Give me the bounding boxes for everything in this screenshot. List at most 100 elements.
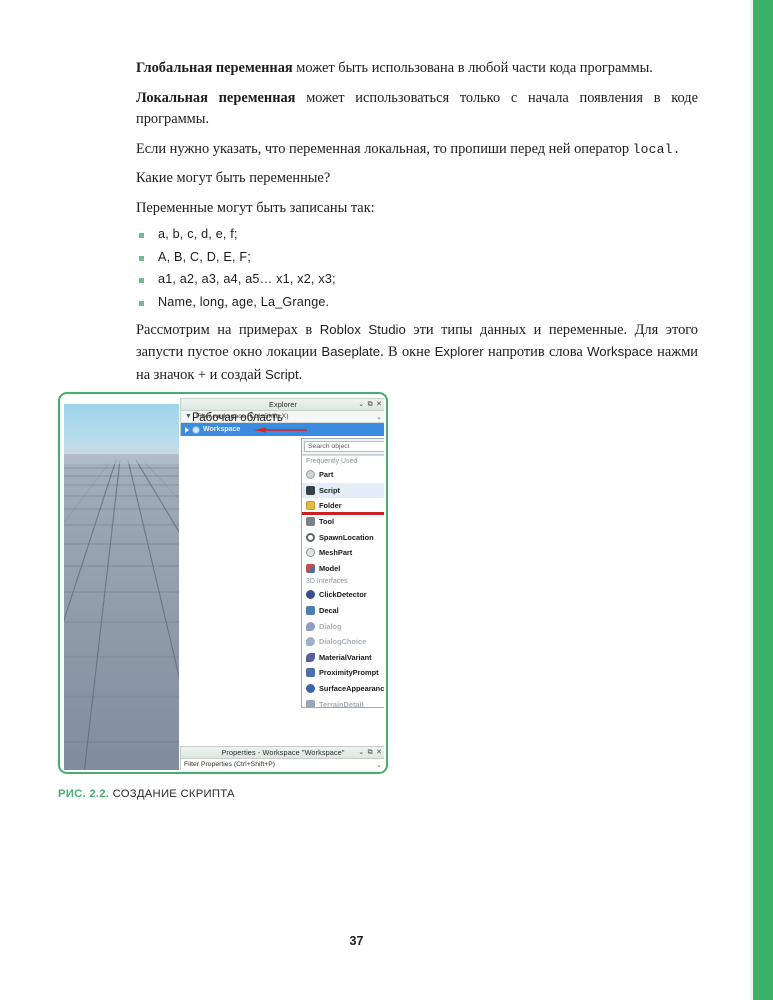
insert-item-tool[interactable]: Tool: [302, 514, 384, 530]
paragraph-global-variable-rest: может быть использована в любой части ко…: [292, 60, 653, 76]
insert-item-clickdetector[interactable]: ClickDetector: [302, 587, 384, 603]
insert-item-terraindetail[interactable]: TerrainDetail: [302, 696, 384, 707]
paragraph-local-variable: Локальная переменная может использоватьс…: [136, 88, 698, 131]
closing-text-3: . В окне: [380, 344, 435, 360]
search-object-input[interactable]: Search object: [304, 441, 384, 452]
figure-inner: Explorer ⌄ ⧉ ✕ ▼ Filter workspace (Ctrl+…: [62, 396, 384, 770]
insert-item-dialog[interactable]: Dialog: [302, 618, 384, 634]
baseplate-grid-icon: [64, 454, 179, 770]
figure-screenshot-frame: Explorer ⌄ ⧉ ✕ ▼ Filter workspace (Ctrl+…: [58, 392, 388, 774]
insert-object-list[interactable]: Frequently Used Part Script Folder Tool …: [302, 455, 384, 707]
paragraph-global-variable: Глобальная переменная может быть использ…: [136, 58, 698, 80]
properties-title-bar: Properties - Workspace "Workspace" ⌄ ⧉ ✕: [180, 746, 384, 759]
insert-item-label: TerrainDetail: [319, 699, 364, 707]
paragraph-question: Какие могут быть переменные?: [136, 170, 331, 186]
insert-item-label: Folder: [319, 501, 342, 511]
annotation-red-arrow-icon: [254, 426, 307, 433]
insert-item-materialvariant[interactable]: MaterialVariant: [302, 650, 384, 666]
insert-item-label: DialogChoice: [319, 637, 367, 647]
list-item: a1, a2, a3, a4, a5… x1, x2, x3;: [136, 272, 698, 286]
dialogchoice-icon: [306, 637, 315, 647]
insert-item-label: Part: [319, 470, 334, 480]
insert-item-label: ClickDetector: [319, 590, 367, 600]
figure-caption: РИС. 2.2. СОЗДАНИЕ СКРИПТА: [58, 788, 235, 800]
paragraph-local-operator: Если нужно указать, что переменная локал…: [136, 139, 698, 161]
insert-item-proximityprompt[interactable]: ProximityPrompt: [302, 665, 384, 681]
term-local-variable: Локальная переменная: [136, 89, 296, 106]
insert-item-label: MaterialVariant: [319, 652, 372, 662]
body-content: Глобальная переменная может быть использ…: [136, 58, 698, 394]
insert-item-label: Decal: [319, 606, 339, 616]
insert-item-dialogchoice[interactable]: DialogChoice: [302, 634, 384, 650]
properties-filter-row[interactable]: Filter Properties (Ctrl+Shift+P) ⌄: [180, 759, 384, 770]
chevron-down-icon[interactable]: ⌄: [358, 748, 364, 758]
roblox-3d-viewport[interactable]: [64, 404, 179, 770]
script-icon: [306, 485, 315, 495]
list-item: a, b, c, d, e, f;: [136, 227, 698, 241]
spawnlocation-icon: [306, 532, 315, 542]
properties-window-buttons: ⌄ ⧉ ✕: [358, 748, 382, 758]
explorer-row-workspace-label: Workspace: [203, 426, 241, 433]
insert-item-surfaceappearance[interactable]: SurfaceAppearance: [302, 681, 384, 697]
page-root: Глобальная переменная может быть использ…: [0, 0, 773, 1000]
insert-object-dropdown: Search object ▤ ⋯ Frequently Used Part: [301, 438, 384, 708]
model-icon: [306, 563, 315, 573]
insert-item-label: Tool: [319, 517, 335, 527]
part-icon: [306, 470, 315, 480]
insert-item-label: Dialog: [319, 621, 342, 631]
expand-triangle-icon[interactable]: [185, 426, 189, 433]
annotation-red-underline: [302, 511, 384, 515]
group-header-3d-interfaces: 3D Interfaces: [306, 578, 348, 586]
insert-item-script[interactable]: Script: [302, 482, 384, 515]
panel-name-explorer: Explorer: [434, 344, 484, 359]
closing-text-1: Рассмотрим на примерах в: [136, 321, 320, 338]
tool-icon: [306, 517, 315, 527]
explorer-window-buttons: ⌄ ⧉ ✕: [358, 400, 382, 410]
figure-caption-number: РИС. 2.2.: [58, 788, 110, 800]
insert-search-row: Search object ▤ ⋯: [302, 439, 384, 455]
close-icon[interactable]: ✕: [376, 400, 382, 410]
insert-item-label: SurfaceAppearance: [319, 684, 384, 694]
paragraph-lead-in: Переменные могут быть записаны так:: [136, 199, 375, 216]
object-name-workspace: Workspace: [587, 344, 653, 359]
insert-item-label: SpawnLocation: [319, 532, 374, 542]
insert-item-part[interactable]: Part: [302, 467, 384, 483]
chevron-down-icon[interactable]: ⌄: [358, 400, 364, 410]
undock-icon[interactable]: ⧉: [368, 748, 373, 758]
materialvariant-icon: [306, 652, 315, 662]
code-local-keyword: local.: [632, 141, 681, 157]
insert-item-label: Script: [319, 485, 340, 495]
dialog-icon: [306, 621, 315, 631]
folder-icon: [306, 501, 315, 511]
explorer-panel: Explorer ⌄ ⧉ ✕ ▼ Filter workspace (Ctrl+…: [180, 398, 384, 743]
app-name-roblox-studio: Roblox Studio: [319, 321, 406, 337]
funnel-icon: ▼: [185, 413, 192, 420]
viewport-baseplate-ground: [64, 454, 179, 770]
insert-object-list-scroll: Frequently Used Part Script Folder Tool …: [302, 456, 384, 707]
list-item: Name, long, age, La_Grange.: [136, 295, 698, 309]
explorer-filter-dropdown-icon[interactable]: ⌄: [376, 413, 382, 421]
annotation-label-workspace: Рабочая область: [192, 412, 283, 424]
explorer-title-label: Explorer: [269, 400, 297, 409]
page-edge-accent-bar: [750, 0, 773, 1000]
surfaceappearance-icon: [306, 684, 315, 694]
explorer-row-workspace[interactable]: Workspace: [180, 423, 384, 436]
explorer-title-bar: Explorer ⌄ ⧉ ✕: [180, 398, 384, 411]
figure-caption-text: СОЗДАНИЕ СКРИПТА: [112, 788, 235, 800]
undock-icon[interactable]: ⧉: [368, 400, 373, 410]
insert-item-label: MeshPart: [319, 548, 353, 558]
insert-item-spawnlocation[interactable]: SpawnLocation: [302, 529, 384, 545]
page-edge-accent-highlight: [750, 0, 753, 1000]
workspace-icon: [192, 425, 200, 434]
insert-item-label: ProximityPrompt: [319, 668, 379, 678]
term-global-variable: Глобальная переменная: [136, 60, 293, 76]
insert-item-decal[interactable]: Decal: [302, 603, 384, 619]
close-icon[interactable]: ✕: [376, 748, 382, 758]
meshpart-icon: [306, 548, 315, 558]
properties-filter-dropdown-icon[interactable]: ⌄: [376, 761, 382, 769]
proximityprompt-icon: [306, 668, 315, 678]
properties-title-label: Properties - Workspace "Workspace": [221, 748, 345, 757]
insert-item-model[interactable]: Model: [302, 561, 384, 577]
group-header-frequently-used: Frequently Used: [306, 458, 358, 465]
insert-item-meshpart[interactable]: MeshPart: [302, 545, 384, 561]
